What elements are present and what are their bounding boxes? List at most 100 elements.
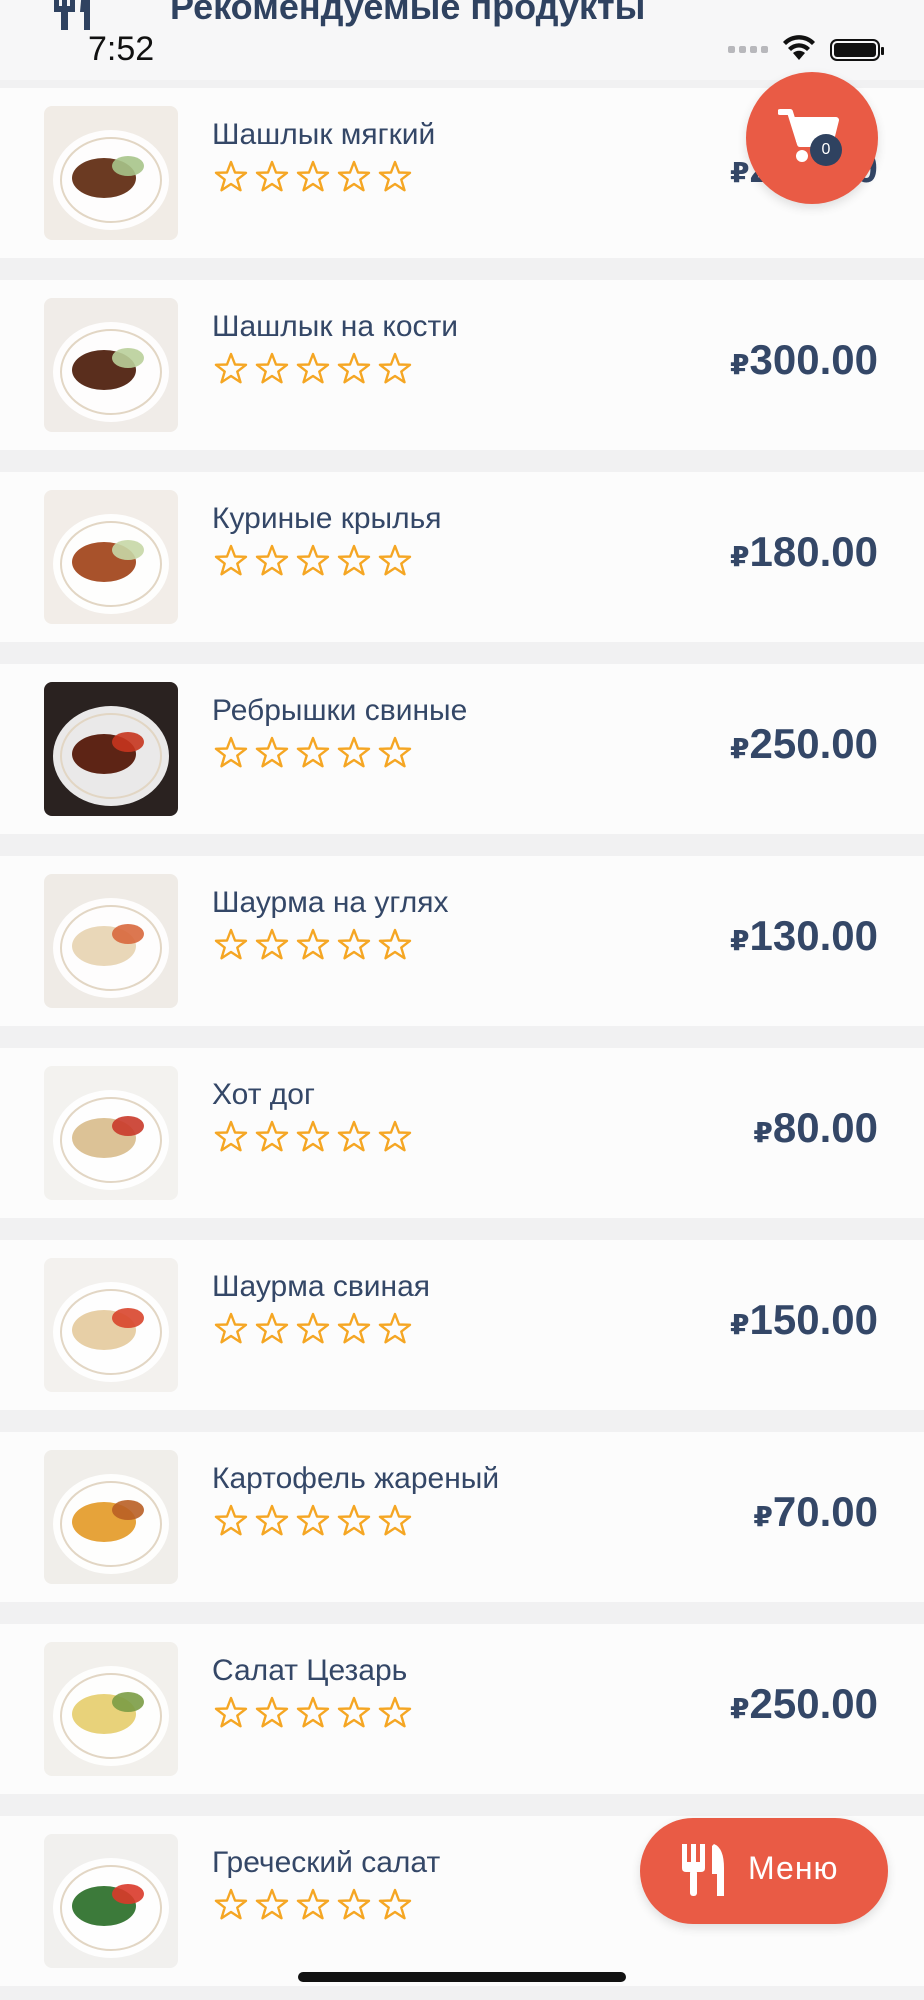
- star-icon: [296, 1120, 330, 1152]
- rating-stars: [214, 1696, 412, 1728]
- star-icon: [296, 1504, 330, 1536]
- product-item[interactable]: Шаурма на углях ₽130.00: [0, 856, 924, 1026]
- product-image: [44, 1450, 178, 1584]
- star-icon: [214, 544, 248, 576]
- home-indicator: [298, 1972, 626, 1982]
- product-name: Ребрышки свиные: [212, 694, 468, 727]
- star-icon: [255, 1888, 289, 1920]
- product-name: Греческий салат: [212, 1846, 441, 1879]
- star-icon: [255, 1696, 289, 1728]
- rating-stars: [214, 736, 412, 768]
- star-icon: [296, 544, 330, 576]
- rating-stars: [214, 1120, 412, 1152]
- product-name: Картофель жареный: [212, 1462, 500, 1495]
- star-icon: [296, 736, 330, 768]
- product-price: ₽130.00: [730, 912, 878, 960]
- star-icon: [255, 736, 289, 768]
- product-price: ₽150.00: [730, 1296, 878, 1344]
- status-time: 7:52: [88, 30, 155, 68]
- rating-stars: [214, 544, 412, 576]
- star-icon: [378, 544, 412, 576]
- star-icon: [378, 1312, 412, 1344]
- star-icon: [214, 1504, 248, 1536]
- page-title: Рекомендуемые продукты: [170, 0, 646, 27]
- currency-symbol: ₽: [730, 157, 750, 188]
- star-icon: [337, 1696, 371, 1728]
- star-icon: [337, 1312, 371, 1344]
- currency-symbol: ₽: [753, 1501, 773, 1532]
- product-item[interactable]: Хот дог ₽80.00: [0, 1048, 924, 1218]
- star-icon: [337, 1120, 371, 1152]
- cart-count-badge: 0: [810, 134, 842, 166]
- product-name: Шаурма свиная: [212, 1270, 431, 1303]
- rating-stars: [214, 160, 412, 192]
- product-image: [44, 298, 178, 432]
- product-image: [44, 490, 178, 624]
- product-item[interactable]: Картофель жареный ₽70.00: [0, 1432, 924, 1602]
- menu-button[interactable]: Меню: [640, 1818, 888, 1924]
- currency-symbol: ₽: [730, 733, 750, 764]
- star-icon: [337, 352, 371, 384]
- product-price: ₽80.00: [753, 1104, 878, 1152]
- star-icon: [214, 1696, 248, 1728]
- product-image: [44, 1642, 178, 1776]
- fork-knife-icon: [680, 1844, 726, 1901]
- product-name: Хот дог: [212, 1078, 315, 1111]
- wifi-icon: [782, 34, 816, 65]
- star-icon: [255, 160, 289, 192]
- currency-symbol: ₽: [730, 541, 750, 572]
- menu-label: Меню: [748, 1850, 839, 1886]
- price-value: 180.00: [749, 528, 878, 575]
- product-name: Салат Цезарь: [212, 1654, 408, 1687]
- product-item[interactable]: Куриные крылья ₽180.00: [0, 472, 924, 642]
- star-icon: [337, 1504, 371, 1536]
- product-item[interactable]: Шаурма свиная ₽150.00: [0, 1240, 924, 1410]
- product-price: ₽180.00: [730, 528, 878, 576]
- status-icons: [728, 34, 884, 65]
- product-price: ₽300.00: [730, 336, 878, 384]
- rating-stars: [214, 1504, 412, 1536]
- product-image: [44, 874, 178, 1008]
- price-value: 250.00: [749, 720, 878, 767]
- star-icon: [337, 736, 371, 768]
- product-price: ₽250.00: [730, 1680, 878, 1728]
- star-icon: [337, 928, 371, 960]
- star-icon: [214, 160, 248, 192]
- price-value: 130.00: [749, 912, 878, 959]
- star-icon: [337, 1888, 371, 1920]
- star-icon: [214, 736, 248, 768]
- star-icon: [337, 544, 371, 576]
- currency-symbol: ₽: [730, 925, 750, 956]
- star-icon: [378, 1696, 412, 1728]
- product-item[interactable]: Шашлык на кости ₽300.00: [0, 280, 924, 450]
- product-image: [44, 682, 178, 816]
- star-icon: [255, 544, 289, 576]
- star-icon: [214, 928, 248, 960]
- price-value: 300.00: [749, 336, 878, 383]
- star-icon: [378, 928, 412, 960]
- star-icon: [296, 1312, 330, 1344]
- header: Рекомендуемые продукты 7:52: [0, 0, 924, 80]
- star-icon: [296, 352, 330, 384]
- product-image: [44, 1834, 178, 1968]
- star-icon: [255, 1120, 289, 1152]
- star-icon: [378, 352, 412, 384]
- star-icon: [378, 1888, 412, 1920]
- star-icon: [214, 1888, 248, 1920]
- product-price: ₽250.00: [730, 720, 878, 768]
- star-icon: [378, 1120, 412, 1152]
- battery-icon: [830, 38, 884, 61]
- star-icon: [296, 1696, 330, 1728]
- rating-stars: [214, 1888, 412, 1920]
- product-image: [44, 1258, 178, 1392]
- product-item[interactable]: Салат Цезарь ₽250.00: [0, 1624, 924, 1794]
- currency-symbol: ₽: [730, 1693, 750, 1724]
- cellular-signal-icon: [728, 46, 768, 53]
- star-icon: [255, 1504, 289, 1536]
- star-icon: [255, 928, 289, 960]
- product-item[interactable]: Ребрышки свиные ₽250.00: [0, 664, 924, 834]
- cart-button[interactable]: 0: [746, 72, 878, 204]
- rating-stars: [214, 352, 412, 384]
- star-icon: [378, 160, 412, 192]
- product-name: Шашлык на кости: [212, 310, 459, 343]
